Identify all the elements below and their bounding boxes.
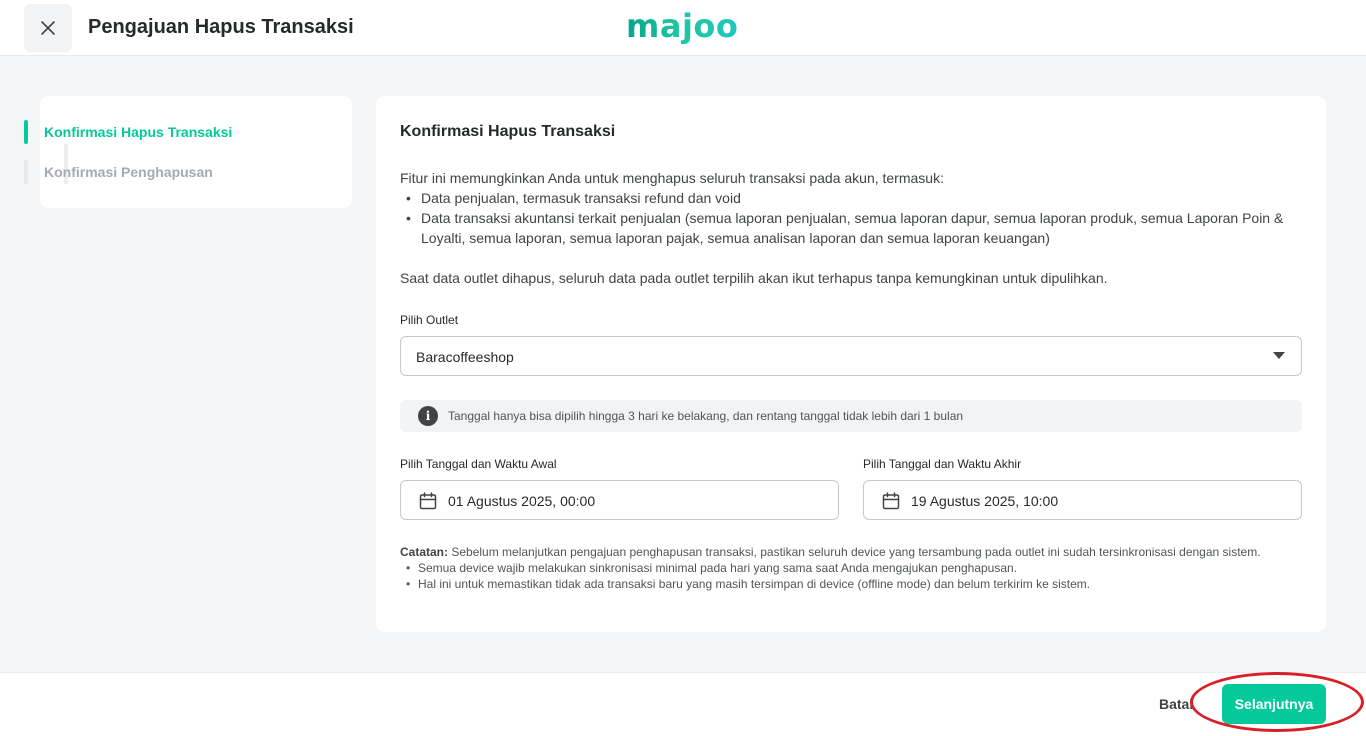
feature-bullet-list: Data penjualan, termasuk transaksi refun… [400,188,1300,248]
majoo-logo: majoo [626,8,738,48]
bullet-item: Data penjualan, termasuk transaksi refun… [400,188,1300,208]
next-button[interactable]: Selanjutnya [1222,684,1326,724]
outlet-select-value: Baracoffeeshop [416,349,514,365]
start-date-field[interactable]: 01 Agustus 2025, 00:00 [400,480,839,520]
note-item: Hal ini untuk memastikan tidak ada trans… [400,576,1300,592]
note-text: Sebelum melanjutkan pengajuan penghapusa… [448,545,1261,559]
calendar-icon [419,492,437,510]
info-banner: i Tanggal hanya bisa dipilih hingga 3 ha… [400,400,1302,432]
start-date-label: Pilih Tanggal dan Waktu Awal [400,457,557,471]
close-icon [41,21,55,35]
cancel-button[interactable]: Batal [1159,696,1193,712]
intro-text: Fitur ini memungkinkan Anda untuk mengha… [400,170,944,186]
info-icon: i [418,406,438,426]
step-indicator-active [24,120,28,144]
logo-text: majoo [626,7,739,45]
note-list: Semua device wajib melakukan sinkronisas… [400,560,1300,592]
step-confirm-delete-transaction[interactable]: Konfirmasi Hapus Transaksi [24,120,232,144]
note-prefix: Catatan: [400,545,449,559]
card-title: Konfirmasi Hapus Transaksi [400,123,616,140]
outlet-select[interactable]: Baracoffeeshop [400,336,1302,376]
end-date-label: Pilih Tanggal dan Waktu Akhir [863,457,1022,471]
note-item: Semua device wajib melakukan sinkronisas… [400,560,1300,576]
start-date-value: 01 Agustus 2025, 00:00 [448,493,596,509]
info-banner-text: Tanggal hanya bisa dipilih hingga 3 hari… [448,409,964,423]
end-date-value: 19 Agustus 2025, 10:00 [911,493,1059,509]
warning-text: Saat data outlet dihapus, seluruh data p… [400,270,1108,286]
bullet-item: Data transaksi akuntansi terkait penjual… [400,208,1300,248]
note-section: Catatan: Sebelum melanjutkan pengajuan p… [400,544,1300,592]
step-indicator [24,160,28,184]
chevron-down-icon [1273,352,1285,359]
step-confirm-deletion[interactable]: Konfirmasi Penghapusan [24,160,213,184]
calendar-icon [882,492,900,510]
step-label: Konfirmasi Penghapusan [44,164,213,180]
note-paragraph: Catatan: Sebelum melanjutkan pengajuan p… [400,544,1300,560]
step-label: Konfirmasi Hapus Transaksi [44,124,233,140]
stepper-card [40,96,352,208]
end-date-field[interactable]: 19 Agustus 2025, 10:00 [863,480,1302,520]
outlet-label: Pilih Outlet [400,313,459,327]
page-title: Pengajuan Hapus Transaksi [88,16,354,38]
close-button[interactable] [24,4,72,52]
